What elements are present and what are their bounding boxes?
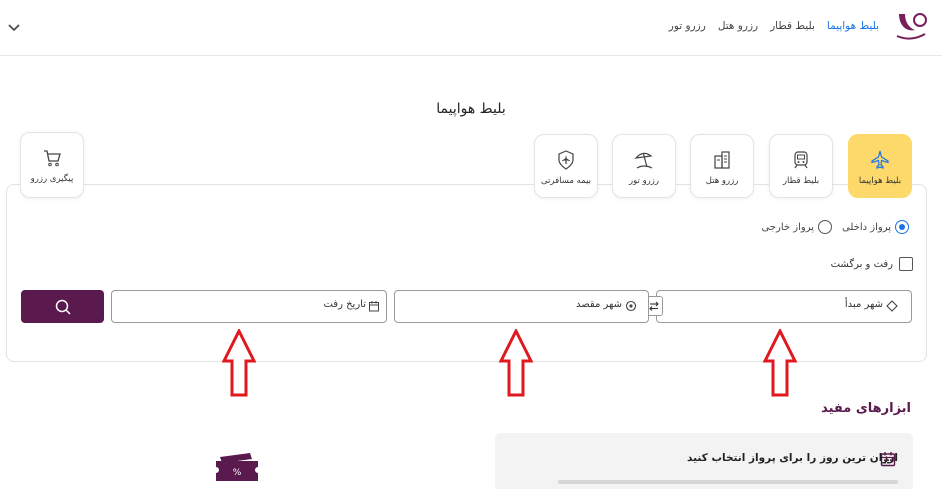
nav-link-tour[interactable]: رزرو تور: [669, 20, 706, 32]
tools-section-title: ابزارهای مفید: [821, 401, 911, 416]
origin-label: شهر مبدأ: [844, 299, 883, 310]
page-title: بلیط هواپیما: [436, 101, 506, 117]
page: بلیط هواپیما بلیط قطار رزرو هتل رزرو تور…: [0, 0, 942, 489]
chevron-down-icon[interactable]: [8, 22, 20, 32]
search-icon: [55, 299, 71, 315]
tab-flight[interactable]: بلیط هواپیما: [848, 134, 912, 198]
tab-train[interactable]: بلیط قطار: [769, 134, 833, 198]
departure-date-field[interactable]: تاریخ رفت: [111, 290, 387, 323]
origin-field[interactable]: شهر مبدأ: [656, 290, 912, 323]
card-description-cropped: [558, 480, 898, 484]
radio-label: پرواز داخلی: [842, 221, 891, 233]
nav-links: بلیط هواپیما بلیط قطار رزرو هتل رزرو تور: [669, 20, 879, 32]
train-icon: [794, 151, 808, 169]
tab-label: بلیط هواپیما: [858, 176, 902, 186]
calendar-icon: [369, 301, 379, 312]
airplane-icon: [871, 150, 889, 169]
radio-button[interactable]: [895, 220, 909, 234]
round-trip-option[interactable]: رفت و برگشت: [831, 257, 913, 271]
beach-umbrella-icon: [634, 152, 653, 169]
up-arrow-annotation: [222, 329, 256, 397]
radio-label: پرواز خارجی: [761, 221, 815, 233]
up-arrow-annotation: [499, 329, 533, 397]
destination-label: شهر مقصد: [575, 299, 622, 310]
tab-label: بیمه مسافرتی: [540, 176, 592, 186]
radio-button[interactable]: [818, 220, 833, 234]
top-navigation: بلیط هواپیما بلیط قطار رزرو هتل رزرو تور: [0, 0, 942, 56]
tab-label: بلیط قطار: [782, 176, 820, 186]
location-pin-icon: [625, 300, 637, 312]
shield-plane-icon: [558, 150, 574, 170]
tab-tour[interactable]: رزرو تور: [612, 134, 676, 198]
destination-field[interactable]: شهر مقصد: [394, 290, 649, 323]
search-button[interactable]: [21, 290, 104, 323]
tab-label: پیگیری رزرو: [30, 174, 74, 184]
tab-label: رزرو تور: [629, 176, 659, 186]
nav-link-hotel[interactable]: رزرو هتل: [718, 20, 758, 32]
tab-label: رزرو هتل: [705, 176, 739, 186]
nav-link-train[interactable]: بلیط قطار: [770, 20, 815, 32]
up-arrow-annotation: [763, 329, 797, 397]
round-trip-label: رفت و برگشت: [830, 258, 893, 270]
svg-text:%: %: [233, 468, 242, 478]
tab-insurance[interactable]: بیمه مسافرتی: [534, 134, 598, 198]
discount-ticket-icon: %: [216, 453, 258, 481]
radio-domestic[interactable]: پرواز داخلی: [842, 220, 909, 234]
radio-international[interactable]: پرواز خارجی: [762, 220, 833, 234]
swap-icon: [649, 301, 659, 311]
cart-icon: [44, 150, 61, 167]
location-diamond-icon: [886, 300, 898, 312]
hotel-icon: [714, 151, 730, 169]
departure-date-label: تاریخ رفت: [323, 299, 366, 310]
cheapest-day-title: ارزان ترین روز را برای پرواز انتخاب کنید: [687, 452, 898, 464]
tab-hotel[interactable]: رزرو هتل: [690, 134, 754, 198]
brand-logo-icon[interactable]: [893, 10, 929, 44]
tab-booking-tracking[interactable]: پیگیری رزرو: [20, 132, 84, 198]
nav-link-flight[interactable]: بلیط هواپیما: [827, 20, 879, 32]
round-trip-checkbox[interactable]: [899, 257, 913, 271]
trip-type-group: پرواز داخلی پرواز خارجی: [762, 220, 909, 234]
